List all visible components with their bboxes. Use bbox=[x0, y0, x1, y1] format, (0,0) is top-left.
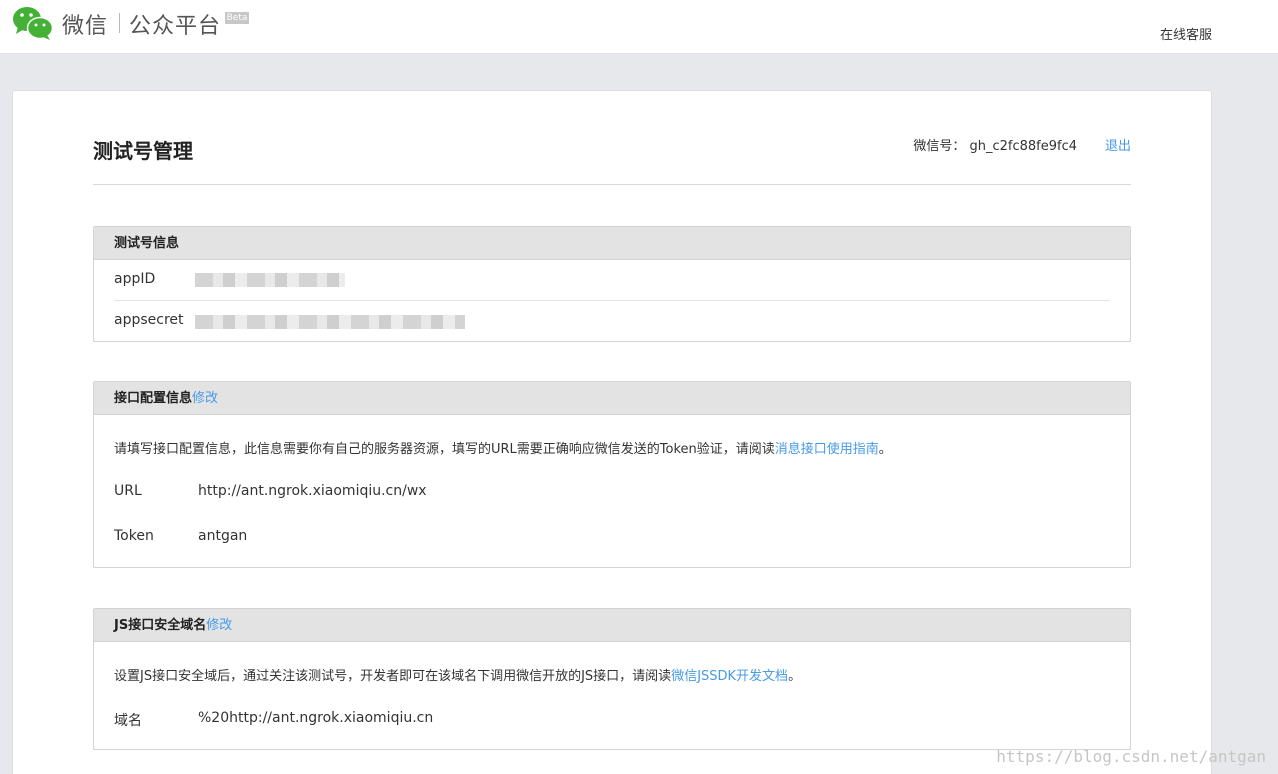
interface-config-text: 请填写接口配置信息，此信息需要你有自己的服务器资源，填写的URL需要正确响应微信… bbox=[114, 442, 775, 457]
token-label: Token bbox=[114, 528, 154, 544]
top-bar: 微信 公众平台 Beta 在线客服 bbox=[0, 0, 1278, 54]
token-value: antgan bbox=[198, 528, 248, 544]
interface-config-header: 接口配置信息修改 bbox=[94, 382, 1130, 415]
jssdk-doc-link[interactable]: 微信JSSDK开发文档 bbox=[671, 669, 788, 684]
js-domain-description: 设置JS接口安全域后，通过关注该测试号，开发者即可在该域名下调用微信开放的JS接… bbox=[114, 665, 801, 684]
url-label: URL bbox=[114, 483, 142, 499]
js-domain-period: 。 bbox=[788, 669, 802, 684]
brand-separator bbox=[119, 13, 120, 33]
beta-badge: Beta bbox=[225, 12, 249, 24]
appsecret-masked-value bbox=[195, 315, 465, 329]
account-info: 微信号： gh_c2fc88fe9fc4 bbox=[913, 135, 1077, 154]
js-domain-header: JS接口安全域名修改 bbox=[94, 609, 1130, 642]
js-domain-panel: JS接口安全域名修改 设置JS接口安全域后，通过关注该测试号，开发者即可在该域名… bbox=[93, 608, 1131, 750]
js-domain-text: 设置JS接口安全域后，通过关注该测试号，开发者即可在该域名下调用微信开放的JS接… bbox=[114, 669, 672, 684]
test-info-panel: 测试号信息 appID appsecret bbox=[93, 226, 1131, 342]
appsecret-label: appsecret bbox=[114, 312, 184, 328]
interface-config-edit-link[interactable]: 修改 bbox=[192, 391, 218, 406]
message-guide-link[interactable]: 消息接口使用指南 bbox=[775, 442, 879, 457]
watermark: https://blog.csdn.net/antgan bbox=[996, 747, 1266, 766]
account-label: 微信号： bbox=[913, 139, 966, 154]
interface-config-period: 。 bbox=[878, 442, 892, 457]
title-divider bbox=[93, 184, 1131, 185]
js-domain-edit-link[interactable]: 修改 bbox=[206, 618, 232, 633]
account-value: gh_c2fc88fe9fc4 bbox=[969, 139, 1077, 154]
wechat-logo-icon[interactable] bbox=[12, 5, 54, 41]
domain-label: 域名 bbox=[114, 713, 142, 729]
logout-link[interactable]: 退出 bbox=[1105, 135, 1131, 154]
url-value: http://ant.ngrok.xiaomiqiu.cn/wx bbox=[198, 483, 427, 499]
brand-platform[interactable]: 公众平台 bbox=[129, 8, 221, 40]
appid-label: appID bbox=[114, 271, 156, 287]
domain-value: %20http://ant.ngrok.xiaomiqiu.cn bbox=[198, 710, 434, 726]
page-title: 测试号管理 bbox=[93, 139, 193, 163]
brand-weixin[interactable]: 微信 bbox=[62, 8, 108, 40]
interface-config-panel: 接口配置信息修改 请填写接口配置信息，此信息需要你有自己的服务器资源，填写的UR… bbox=[93, 381, 1131, 568]
appid-masked-value bbox=[195, 273, 345, 287]
online-service-link[interactable]: 在线客服 bbox=[1160, 24, 1212, 43]
test-info-header: 测试号信息 bbox=[94, 227, 1130, 260]
test-info-title: 测试号信息 bbox=[114, 236, 180, 251]
interface-config-description: 请填写接口配置信息，此信息需要你有自己的服务器资源，填写的URL需要正确响应微信… bbox=[114, 438, 892, 457]
main-card: 测试号管理 微信号： gh_c2fc88fe9fc4 退出 测试号信息 appI… bbox=[12, 90, 1212, 774]
row-divider bbox=[114, 300, 1110, 301]
interface-config-title: 接口配置信息 bbox=[114, 391, 193, 406]
js-domain-title: JS接口安全域名 bbox=[114, 618, 207, 633]
